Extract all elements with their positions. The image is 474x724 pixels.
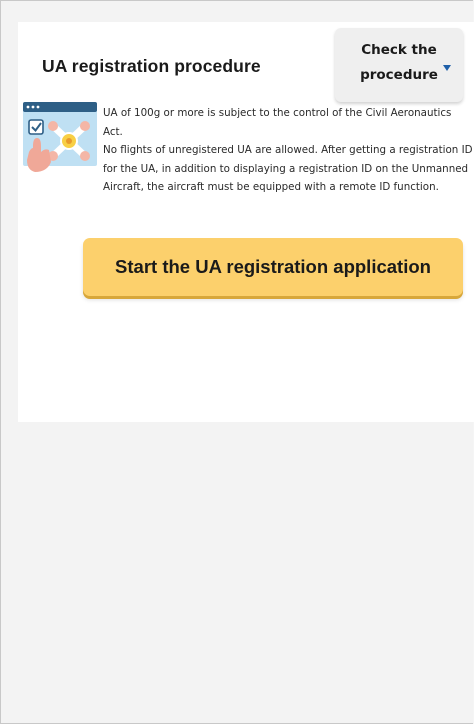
section-title: UA registration procedure bbox=[42, 56, 261, 76]
check-procedure-button[interactable]: Check the procedure bbox=[335, 28, 463, 102]
description-line-1: UA of 100g or more is subject to the con… bbox=[103, 107, 452, 138]
registration-description: UA of 100g or more is subject to the con… bbox=[103, 104, 473, 197]
ua-registration-card: UA registration procedure Check the proc… bbox=[18, 22, 474, 422]
start-registration-button[interactable]: Start the UA registration application bbox=[83, 238, 463, 296]
drone-registration-icon bbox=[23, 102, 99, 174]
start-registration-label: Start the UA registration application bbox=[115, 256, 431, 277]
caret-down-icon bbox=[443, 65, 451, 71]
check-procedure-label: Check the procedure bbox=[360, 42, 438, 83]
drone-registration-svg bbox=[23, 102, 97, 172]
description-line-2: No flights of unregistered UA are allowe… bbox=[103, 144, 473, 194]
